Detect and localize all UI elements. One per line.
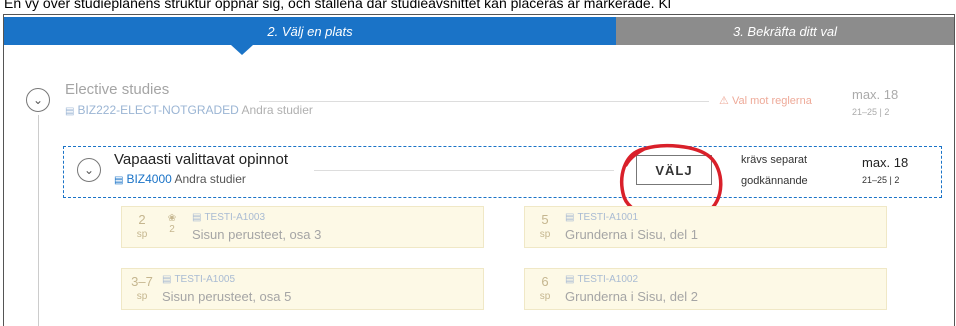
laurel-icon: ❀ 2	[162, 213, 182, 235]
step-choose-location: 2. Välj en plats	[4, 17, 616, 45]
document-icon: ▤	[114, 175, 124, 186]
group-max-credits: max. 18	[862, 155, 909, 170]
warning-icon: ⚠	[719, 95, 729, 107]
credits-unit: sp	[136, 291, 148, 302]
document-icon: ▤	[565, 274, 575, 285]
course-name: Grunderna i Sisu, del 2	[565, 289, 698, 304]
course-name: Grunderna i Sisu, del 1	[565, 227, 698, 242]
tree-line	[38, 115, 39, 326]
course-code-row: ▤ TESTI-A1001	[565, 212, 638, 223]
chevron-down-icon: ⌄	[32, 93, 44, 107]
collapse-elective-button[interactable]: ⌄	[26, 88, 50, 112]
credits: 6 sp	[533, 274, 557, 302]
credits-unit: sp	[136, 229, 148, 240]
course-card[interactable]: 3–7 sp ▤ TESTI-A1005 Sisun perusteet, osa…	[121, 268, 484, 310]
study-plan-frame: 2. Välj en plats 3. Bekräfta ditt val ⌄ …	[3, 14, 955, 326]
document-icon: ▤	[65, 106, 75, 117]
elective-max-credits: max. 18	[852, 87, 899, 102]
rule-warning-text: Val mot reglerna	[731, 95, 812, 107]
course-code-row: ▤ TESTI-A1005	[162, 274, 235, 285]
chevron-down-icon: ⌄	[83, 163, 95, 177]
credits: 3–7 sp	[130, 274, 154, 302]
group-code[interactable]: BIZ4000	[126, 172, 171, 186]
group-code-row: ▤ BIZ4000 Andra studier	[114, 172, 246, 186]
group-range-value: 21–25	[862, 175, 888, 185]
document-icon: ▤	[192, 212, 202, 223]
course-code: TESTI-A1003	[204, 212, 266, 223]
rule-warning: ⚠ Val mot reglerna	[719, 94, 812, 107]
credits-value: 2	[138, 212, 146, 227]
credits: 5 sp	[533, 212, 557, 240]
course-code: TESTI-A1002	[577, 274, 639, 285]
elective-range-extra: 2	[884, 107, 890, 117]
progress-steps: 2. Välj en plats 3. Bekräfta ditt val	[4, 17, 954, 45]
course-card[interactable]: 2 sp ❀ 2 ▤ TESTI-A1003 Sisun perusteet, o…	[121, 206, 484, 248]
approval-note-line1: krävs separat	[741, 154, 808, 166]
divider	[259, 101, 709, 102]
credits-value: 3–7	[131, 274, 153, 289]
document-icon: ▤	[565, 212, 575, 223]
caption-text: En vy över studieplanens struktur öppnar…	[4, 0, 671, 11]
course-name: Sisun perusteet, osa 3	[192, 227, 322, 242]
elective-range-value: 21–25	[852, 107, 878, 117]
elective-credit-range: 21–25 | 2	[852, 107, 890, 117]
group-credit-range: 21–25 | 2	[862, 175, 900, 185]
approval-note-line2: godkännande	[741, 175, 808, 187]
credits-value: 5	[541, 212, 549, 227]
course-code: TESTI-A1001	[577, 212, 639, 223]
course-card[interactable]: 5 sp ▤ TESTI-A1001 Grunderna i Sisu, del …	[524, 206, 887, 248]
group-type: Andra studier	[174, 172, 246, 186]
credits-unit: sp	[539, 229, 551, 240]
course-card[interactable]: 6 sp ▤ TESTI-A1002 Grunderna i Sisu, del …	[524, 268, 887, 310]
group-range-extra: 2	[894, 175, 900, 185]
credits-unit: sp	[539, 291, 551, 302]
group-title: Vapaasti valittavat opinnot	[114, 151, 289, 168]
course-name: Sisun perusteet, osa 5	[162, 289, 292, 304]
active-step-pointer	[231, 45, 253, 55]
credits-value: 6	[541, 274, 549, 289]
course-code-row: ▤ TESTI-A1003	[192, 212, 265, 223]
elective-type: Andra studier	[241, 103, 313, 117]
course-code: TESTI-A1005	[174, 274, 236, 285]
elective-code[interactable]: BIZ222-ELECT-NOTGRADED	[77, 103, 238, 117]
credits: 2 sp	[130, 212, 154, 240]
elective-title: Elective studies	[65, 81, 170, 98]
collapse-group-button[interactable]: ⌄	[77, 158, 101, 182]
grade-value: 2	[169, 224, 175, 235]
step-confirm-choice: 3. Bekräfta ditt val	[616, 17, 954, 45]
course-code-row: ▤ TESTI-A1002	[565, 274, 638, 285]
divider	[314, 170, 614, 171]
elective-code-row: ▤ BIZ222-ELECT-NOTGRADED Andra studier	[65, 103, 313, 117]
document-icon: ▤	[162, 274, 172, 285]
